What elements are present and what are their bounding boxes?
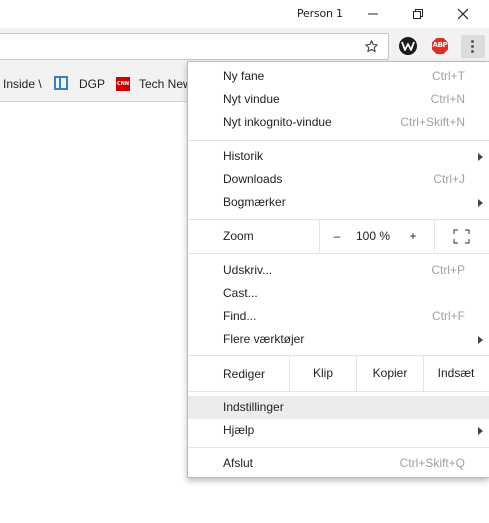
cnn-favicon-text: CNN bbox=[116, 81, 130, 87]
menu-item-shortcut: Ctrl+Skift+N bbox=[400, 115, 465, 129]
menu-edit-row: Rediger Klip Kopier Indsæt bbox=[188, 356, 489, 391]
menu-item-label: Downloads bbox=[223, 172, 283, 186]
submenu-arrow-icon bbox=[478, 336, 483, 344]
minimize-button[interactable] bbox=[351, 0, 395, 28]
menu-item-label: Afslut bbox=[223, 456, 254, 470]
bookmark-inside[interactable]: Inside \ bbox=[3, 77, 42, 91]
menu-separator bbox=[188, 447, 489, 448]
zoom-value: 100 % bbox=[356, 229, 391, 243]
menu-item-label: Cast... bbox=[223, 286, 258, 300]
abp-label: ABP bbox=[432, 41, 448, 49]
zoom-in-button[interactable]: + bbox=[403, 226, 423, 246]
menu-item-shortcut: Ctrl+T bbox=[432, 69, 465, 83]
address-bar[interactable] bbox=[0, 33, 389, 60]
profile-button[interactable]: Person 1 bbox=[297, 7, 343, 20]
menu-item-help[interactable]: Hjælp bbox=[188, 419, 489, 442]
close-icon bbox=[457, 8, 469, 20]
menu-item-label: Flere værktøjer bbox=[223, 332, 305, 346]
menu-item-label: Indstillinger bbox=[223, 400, 284, 414]
zoom-out-button[interactable]: – bbox=[327, 226, 347, 246]
zoom-divider bbox=[319, 219, 320, 253]
copy-button[interactable]: Kopier bbox=[357, 356, 423, 391]
menu-separator bbox=[188, 140, 489, 141]
menu-item-settings[interactable]: Indstillinger bbox=[188, 396, 489, 419]
menu-item-shortcut: Ctrl+P bbox=[431, 263, 465, 277]
title-bar: Person 1 bbox=[0, 0, 489, 28]
menu-item-label: Historik bbox=[223, 149, 264, 163]
close-button[interactable] bbox=[441, 0, 485, 28]
menu-zoom-row: Zoom – 100 % + bbox=[188, 219, 489, 253]
browser-main-menu: Ny fane Ctrl+T Nyt vindue Ctrl+N Nyt ink… bbox=[187, 61, 489, 478]
menu-item-label: Hjælp bbox=[223, 423, 255, 437]
zoom-divider bbox=[434, 219, 435, 253]
dgp-favicon bbox=[54, 76, 68, 90]
menu-item-shortcut: Ctrl+Skift+Q bbox=[399, 456, 465, 470]
menu-item-label: Ny fane bbox=[223, 69, 265, 83]
menu-item-label: Nyt vindue bbox=[223, 92, 280, 106]
menu-item-new-window[interactable]: Nyt vindue Ctrl+N bbox=[188, 88, 489, 111]
cut-button[interactable]: Klip bbox=[290, 356, 356, 391]
menu-item-incognito[interactable]: Nyt inkognito-vindue Ctrl+Skift+N bbox=[188, 111, 489, 134]
menu-item-new-tab[interactable]: Ny fane Ctrl+T bbox=[188, 65, 489, 88]
bookmark-dgp[interactable]: DGP bbox=[79, 77, 105, 91]
restore-icon bbox=[413, 9, 423, 19]
abp-extension-icon[interactable]: ABP bbox=[431, 37, 449, 55]
paste-button[interactable]: Indsæt bbox=[424, 356, 488, 391]
menu-item-label: Find... bbox=[223, 309, 257, 323]
zoom-label: Zoom bbox=[223, 229, 254, 243]
restore-button[interactable] bbox=[396, 0, 440, 28]
submenu-arrow-icon bbox=[478, 153, 483, 161]
va-extension-icon[interactable] bbox=[399, 37, 417, 55]
menu-separator bbox=[188, 391, 489, 392]
menu-item-bookmarks[interactable]: Bogmærker bbox=[188, 191, 489, 214]
edit-label: Rediger bbox=[223, 367, 266, 381]
submenu-arrow-icon bbox=[478, 199, 483, 207]
menu-item-find[interactable]: Find... Ctrl+F bbox=[188, 305, 489, 328]
fullscreen-icon[interactable] bbox=[453, 229, 470, 244]
minimize-icon bbox=[368, 13, 378, 15]
menu-item-shortcut: Ctrl+J bbox=[433, 172, 465, 186]
menu-item-downloads[interactable]: Downloads Ctrl+J bbox=[188, 168, 489, 191]
bookmark-tech-news[interactable]: Tech New bbox=[139, 77, 192, 91]
menu-item-label: Udskriv... bbox=[223, 263, 273, 277]
menu-item-print[interactable]: Udskriv... Ctrl+P bbox=[188, 259, 489, 282]
menu-item-exit[interactable]: Afslut Ctrl+Skift+Q bbox=[188, 452, 489, 475]
kebab-menu-icon bbox=[471, 40, 474, 43]
menu-item-history[interactable]: Historik bbox=[188, 145, 489, 168]
menu-item-cast[interactable]: Cast... bbox=[188, 282, 489, 305]
menu-item-shortcut: Ctrl+F bbox=[432, 309, 465, 323]
submenu-arrow-icon bbox=[478, 427, 483, 435]
menu-item-label: Nyt inkognito-vindue bbox=[223, 115, 332, 129]
menu-item-more-tools[interactable]: Flere værktøjer bbox=[188, 328, 489, 351]
menu-item-shortcut: Ctrl+N bbox=[430, 92, 465, 106]
browser-menu-button[interactable] bbox=[461, 35, 485, 58]
star-icon[interactable] bbox=[364, 39, 379, 54]
menu-item-label: Bogmærker bbox=[223, 195, 286, 209]
cnn-favicon: CNN bbox=[116, 77, 130, 91]
menu-separator bbox=[188, 253, 489, 254]
